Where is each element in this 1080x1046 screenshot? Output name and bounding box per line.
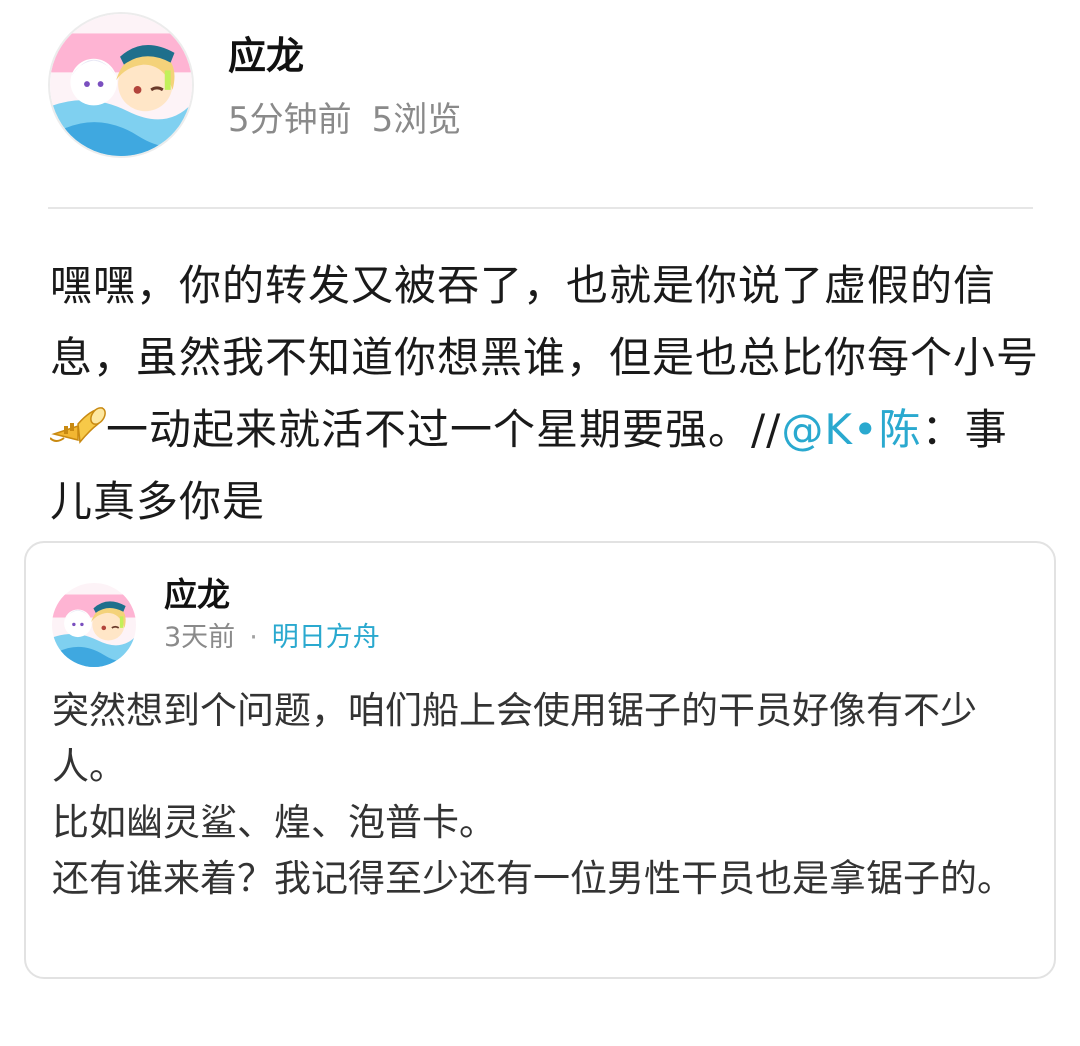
divider — [48, 207, 1033, 209]
post-text-part1: 嘿嘿，你的转发又被吞了，也就是你说了虚假的信息，虽然我不知道你想黑谁，但是也总比… — [50, 261, 1040, 382]
quoted-post-card[interactable]: 应龙 3天前 · 明日方舟 突然想到个问题，咱们船上会使用锯子的干员好像有不少人。 … — [24, 541, 1056, 979]
avatar-illustration — [52, 583, 136, 667]
avatar[interactable] — [48, 12, 194, 158]
quoted-author-name[interactable]: 应龙 — [164, 575, 230, 615]
post-meta: 5分钟前 5浏览 — [228, 100, 461, 140]
meta-separator: · — [249, 622, 258, 653]
post-views: 5浏览 — [371, 100, 462, 140]
quoted-topic-link[interactable]: 明日方舟 — [272, 622, 380, 653]
author-name[interactable]: 应龙 — [228, 34, 304, 78]
quoted-text: 突然想到个问题，咱们船上会使用锯子的干员好像有不少人。 比如幽灵鲨、煌、泡普卡。… — [52, 689, 1014, 900]
mention-link[interactable]: @K•陈 — [781, 405, 921, 454]
post-time: 5分钟前 — [228, 100, 352, 140]
quoted-time: 3天前 — [164, 622, 236, 653]
avatar-illustration — [50, 14, 192, 156]
quoted-avatar[interactable] — [52, 583, 136, 667]
post-header: 应龙 5分钟前 5浏览 — [48, 12, 1032, 172]
quoted-meta: 3天前 · 明日方舟 — [164, 621, 380, 655]
post-text-part2: 一动起来就活不过一个星期要强。// — [106, 405, 782, 454]
trumpet-icon — [50, 407, 106, 444]
post-body: 嘿嘿，你的转发又被吞了，也就是你说了虚假的信息，虽然我不知道你想黑谁，但是也总比… — [50, 250, 1040, 538]
